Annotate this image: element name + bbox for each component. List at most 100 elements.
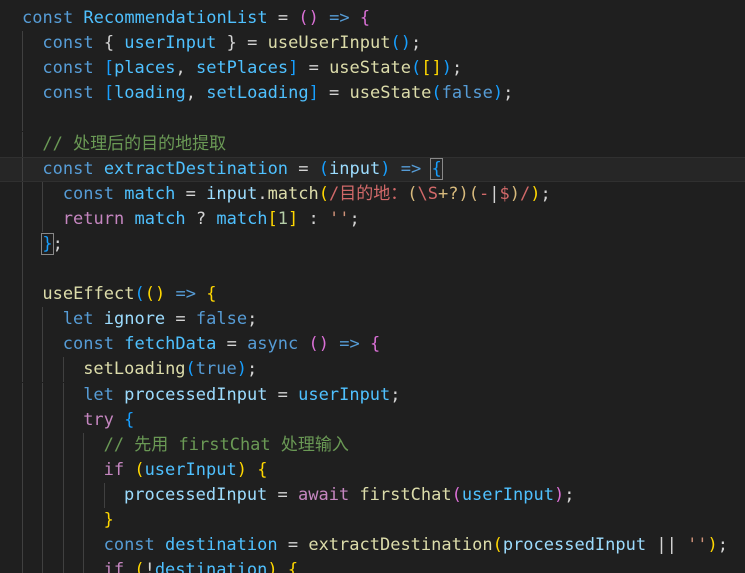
code-token: await <box>298 484 360 505</box>
code-token: ) <box>509 183 520 204</box>
code-token: match <box>267 183 319 204</box>
indent-guide <box>42 558 44 573</box>
code-token: userInput <box>144 459 237 480</box>
code-line[interactable] <box>0 257 745 282</box>
code-token: ; <box>451 58 463 79</box>
code-token: { <box>287 560 299 573</box>
code-token: [ <box>267 208 278 229</box>
code-line[interactable]: setLoading(true); <box>0 357 745 383</box>
code-token: = <box>267 484 299 505</box>
code-text: // 先用 firstChat 处理输入 <box>104 433 349 458</box>
code-token: ) <box>492 83 504 104</box>
indent-guide <box>42 432 44 458</box>
code-text: let ignore = false; <box>63 307 258 332</box>
indent-guide <box>22 282 23 308</box>
code-line[interactable]: const extractDestination = (input) => { <box>0 156 745 182</box>
code-token: processedInput <box>502 535 647 556</box>
code-token: false <box>195 309 248 330</box>
code-text: if (!destination) { <box>104 558 299 573</box>
code-line[interactable]: const { userInput } = useUserInput(); <box>0 31 745 57</box>
code-token: userInput <box>114 33 227 54</box>
code-token: { <box>369 334 381 355</box>
code-token: let <box>83 384 125 405</box>
code-token: [ <box>103 58 115 79</box>
code-token: ; <box>540 183 551 204</box>
code-line[interactable]: const fetchData = async () => { <box>0 332 745 358</box>
code-line[interactable]: useEffect(() => { <box>0 282 745 308</box>
code-token: const <box>42 33 104 54</box>
indent-guide <box>42 382 44 408</box>
code-line[interactable]: } <box>0 508 745 533</box>
indent-guide <box>22 357 23 383</box>
indent-guide <box>22 508 23 533</box>
code-text: const { userInput } = useUserInput(); <box>42 31 421 56</box>
code-text: const [places, setPlaces] = useState([])… <box>42 56 462 81</box>
code-line[interactable] <box>0 106 745 132</box>
code-line[interactable]: let processedInput = userInput; <box>0 382 745 408</box>
code-token: ( <box>492 535 503 556</box>
indent-guide <box>42 357 44 383</box>
code-token: = <box>288 158 319 179</box>
code-line[interactable]: const match = input.match(/目的地：(\S+?)(-|… <box>0 181 745 207</box>
code-line[interactable]: if (userInput) { <box>0 457 745 483</box>
indent-guide <box>42 181 44 207</box>
indent-guide <box>22 382 23 408</box>
matched-bracket: { <box>430 157 443 180</box>
code-token: , <box>175 58 196 79</box>
code-line[interactable]: }; <box>0 231 745 257</box>
code-token: () <box>144 284 166 305</box>
code-token: ; <box>503 83 514 104</box>
code-line[interactable]: processedInput = await firstChat(userInp… <box>0 482 745 508</box>
code-token: ; <box>349 208 360 229</box>
code-line[interactable]: const destination = extractDestination(p… <box>0 533 745 559</box>
code-token: ] <box>308 83 319 104</box>
code-token: { <box>206 284 217 305</box>
code-token: ( <box>134 560 145 573</box>
indent-guide <box>62 432 64 458</box>
code-token: || <box>646 535 688 556</box>
code-line[interactable]: const RecommendationList = () => { <box>0 6 745 31</box>
code-line[interactable]: try { <box>0 407 745 433</box>
code-token: const <box>103 535 166 556</box>
code-token: ( <box>185 359 196 380</box>
code-text: const destination = extractDestination(p… <box>104 533 728 558</box>
code-line[interactable]: // 先用 firstChat 处理输入 <box>0 432 745 458</box>
code-token: ) <box>530 183 541 204</box>
code-token: ] <box>288 208 299 229</box>
code-token: ? <box>185 208 217 229</box>
code-token: useState <box>329 58 411 79</box>
indent-guide <box>83 533 85 559</box>
code-line[interactable]: const [places, setPlaces] = useState([])… <box>0 56 745 82</box>
code-editor[interactable]: const RecommendationList = () => {const … <box>0 0 745 573</box>
indent-guide <box>22 307 23 333</box>
indent-guide <box>42 407 44 433</box>
code-token: = <box>175 183 207 204</box>
code-token: ( <box>134 284 145 305</box>
code-token: ; <box>247 309 258 330</box>
code-token: = <box>216 334 248 355</box>
code-token: ] <box>288 58 299 79</box>
code-line[interactable]: if (!destination) { <box>0 558 745 573</box>
code-token: ; <box>564 484 575 505</box>
code-token: , <box>185 83 207 104</box>
code-line[interactable]: return match ? match[1] : ''; <box>0 206 745 232</box>
indent-guide <box>22 81 23 107</box>
code-line[interactable]: let ignore = false; <box>0 307 745 333</box>
code-token: => <box>329 8 350 28</box>
code-line[interactable]: // 处理后的目的地提取 <box>0 131 745 157</box>
code-token: | <box>489 183 500 204</box>
code-token: $ <box>499 183 510 204</box>
code-token: ) <box>236 359 247 380</box>
indent-guide <box>22 56 23 82</box>
indent-guide <box>22 407 23 433</box>
code-token: const <box>42 58 104 79</box>
code-line[interactable]: const [loading, setLoading] = useState(f… <box>0 81 745 107</box>
code-token: destination <box>165 535 278 556</box>
indent-guide <box>62 482 64 508</box>
code-token: ; <box>390 384 401 405</box>
code-token: userInput <box>298 384 391 405</box>
code-token: = <box>298 58 330 79</box>
